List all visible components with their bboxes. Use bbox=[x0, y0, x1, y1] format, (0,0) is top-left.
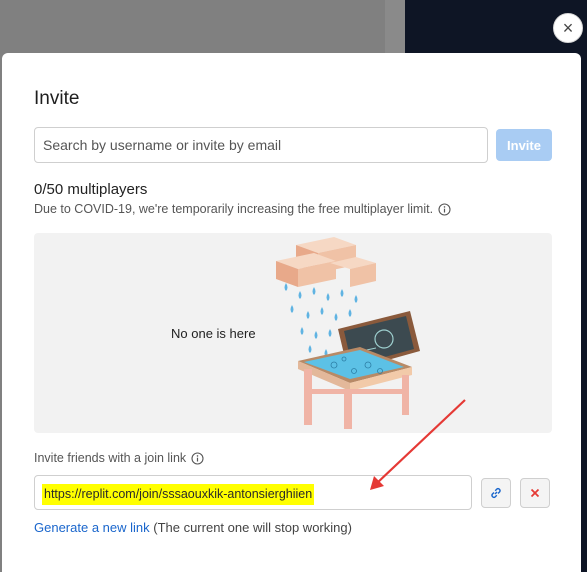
empty-state-text: No one is here bbox=[171, 326, 256, 341]
link-icon bbox=[491, 488, 501, 498]
close-icon bbox=[530, 488, 540, 498]
generate-link-note: (The current one will stop working) bbox=[149, 520, 352, 535]
join-link-field[interactable]: https://replit.com/join/sssaouxkik-anton… bbox=[34, 475, 472, 510]
search-input[interactable] bbox=[34, 127, 488, 163]
join-link-label: Invite friends with a join link bbox=[34, 451, 204, 465]
empty-state-illustration bbox=[276, 237, 420, 429]
modal-title: Invite bbox=[34, 88, 80, 109]
join-link-text[interactable]: https://replit.com/join/sssaouxkik-anton… bbox=[42, 484, 315, 505]
join-link-label-text: Invite friends with a join link bbox=[34, 451, 187, 465]
copy-link-button[interactable] bbox=[481, 478, 511, 508]
invite-button[interactable]: Invite bbox=[496, 129, 552, 161]
invite-modal: Invite Invite 0/50 multiplayers Due to C… bbox=[2, 53, 581, 572]
collaborators-panel: No one is here bbox=[34, 233, 552, 433]
delete-link-button[interactable] bbox=[520, 478, 550, 508]
close-icon: × bbox=[562, 18, 574, 38]
info-icon[interactable] bbox=[438, 202, 451, 216]
generate-link-row: Generate a new link (The current one wil… bbox=[34, 520, 352, 535]
info-icon[interactable] bbox=[191, 451, 204, 465]
close-button[interactable]: × bbox=[553, 13, 583, 43]
covid-notice: Due to COVID-19, we're temporarily incre… bbox=[34, 202, 451, 216]
multiplayer-count: 0/50 multiplayers bbox=[34, 181, 148, 198]
notice-text: Due to COVID-19, we're temporarily incre… bbox=[34, 202, 434, 216]
generate-new-link[interactable]: Generate a new link bbox=[34, 520, 150, 535]
